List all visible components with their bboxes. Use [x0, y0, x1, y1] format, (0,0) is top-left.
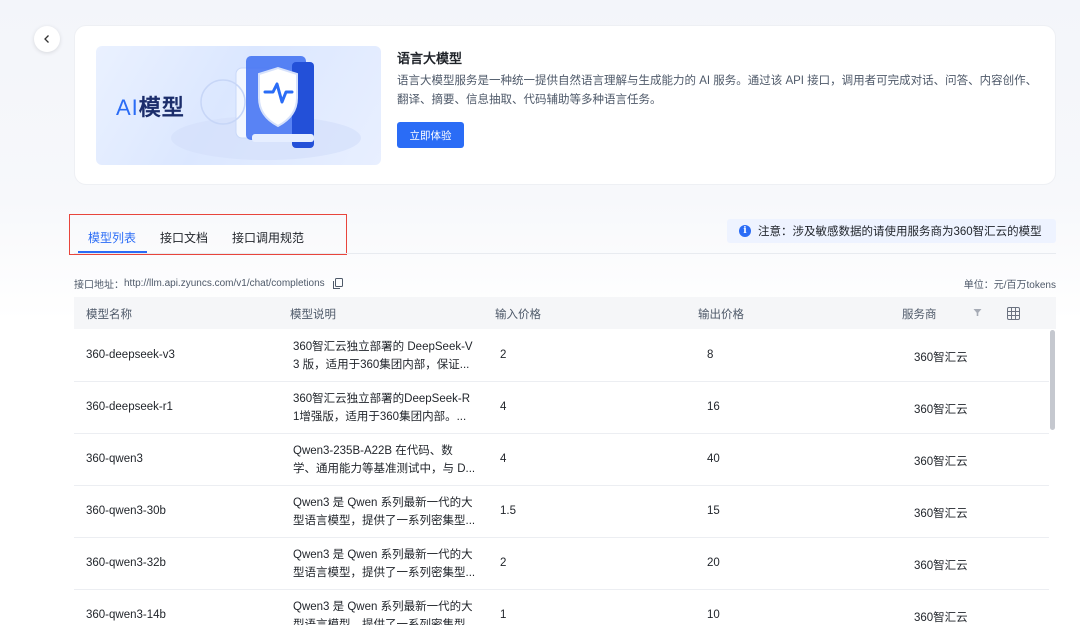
model-desc-line1: Qwen3 是 Qwen 系列最新一代的大: [293, 497, 473, 509]
output-price: 40: [707, 453, 720, 465]
model-desc-line2: 型语言模型，提供了一系列密集型...: [293, 567, 476, 579]
table-scrollbar[interactable]: [1050, 330, 1055, 430]
table-row[interactable]: 360-deepseek-r1 360智汇云独立部署的DeepSeek-R 1增强…: [74, 382, 1049, 434]
model-desc: Qwen3 是 Qwen 系列最新一代的大型语言模型，提供了一系列密集型...: [293, 598, 479, 625]
vendor: 360智汇云: [914, 612, 968, 624]
model-name: 360-qwen3-14b: [86, 609, 166, 621]
header-vendor: 服务商: [902, 309, 937, 321]
filter-icon[interactable]: [973, 308, 982, 317]
model-name: 360-qwen3-32b: [86, 557, 166, 569]
model-desc-line1: Qwen3 是 Qwen 系列最新一代的大: [293, 549, 473, 561]
vendor: 360智汇云: [914, 456, 968, 468]
model-desc: Qwen3 是 Qwen 系列最新一代的大 型语言模型，提供了一系列密集型...: [293, 546, 479, 582]
model-name: 360-qwen3-30b: [86, 505, 166, 517]
tab-api-docs[interactable]: 接口文档: [160, 229, 208, 246]
back-button[interactable]: [34, 26, 60, 52]
model-name: 360-deepseek-r1: [86, 401, 173, 413]
model-table: 模型名称 模型说明 输入价格 输出价格 服务商 360-deepseek-v3 …: [74, 297, 1056, 625]
output-price: 16: [707, 401, 720, 413]
vendor: 360智汇云: [914, 560, 968, 572]
model-desc-line2: 型语言模型，提供了一系列密集型...: [293, 619, 476, 625]
model-desc-line1: Qwen3-235B-A22B 在代码、数: [293, 445, 453, 457]
info-icon: i: [739, 225, 751, 237]
model-desc: Qwen3 是 Qwen 系列最新一代的大 型语言模型，提供了一系列密集型...: [293, 494, 479, 530]
vendor: 360智汇云: [914, 404, 968, 416]
model-desc-line2: 型语言模型，提供了一系列密集型...: [293, 515, 476, 527]
input-price: 4: [500, 401, 507, 413]
header-output-price: 输出价格: [698, 309, 744, 321]
try-now-button[interactable]: 立即体验: [397, 122, 464, 148]
hero-title: 语言大模型: [397, 51, 463, 66]
hero-image-caption: AI模型: [116, 90, 185, 122]
header-model-name: 模型名称: [86, 309, 132, 321]
api-endpoint-label: 接口地址：: [74, 280, 124, 291]
notice-text: 注意：涉及敏感数据的请使用服务商为360智汇云的模型: [758, 226, 1042, 238]
output-price: 15: [707, 505, 720, 517]
header-model-desc: 模型说明: [290, 309, 336, 321]
input-price: 2: [500, 349, 507, 361]
model-hero-card: AI模型 语言大模型 语言大模型服务是一种统一提供自然语言理解与生成能力的 AI…: [74, 25, 1056, 185]
tab-call-spec[interactable]: 接口调用规范: [232, 229, 304, 246]
model-desc-line1: 360智汇云独立部署的DeepSeek-R: [293, 393, 471, 405]
model-desc: 360智汇云独立部署的 DeepSeek-V 3 版，适用于360集团内部，保证.…: [293, 338, 479, 374]
output-price: 20: [707, 557, 720, 569]
model-desc-line1: Qwen3 是 Qwen 系列最新一代的大: [293, 601, 473, 613]
model-desc-line2: 1增强版，适用于360集团内部。...: [293, 411, 467, 423]
model-desc-line1: 360智汇云独立部署的 DeepSeek-V: [293, 341, 473, 353]
table-row[interactable]: 360-qwen3-14b Qwen3 是 Qwen 系列最新一代的大型语言模型…: [74, 590, 1049, 625]
api-endpoint: 接口地址： http://llm.api.zyuncs.com/v1/chat/…: [74, 276, 343, 291]
hero-illustration: AI模型: [96, 46, 381, 165]
column-settings-icon[interactable]: [1007, 307, 1020, 320]
sensitive-data-notice: i 注意：涉及敏感数据的请使用服务商为360智汇云的模型: [727, 219, 1056, 243]
chevron-left-icon: [44, 35, 49, 43]
tab-model-list[interactable]: 模型列表: [88, 229, 136, 246]
model-name: 360-deepseek-v3: [86, 349, 175, 361]
price-unit: 单位：元/百万tokens: [963, 280, 1056, 291]
api-endpoint-url: http://llm.api.zyuncs.com/v1/chat/comple…: [124, 278, 325, 289]
input-price: 2: [500, 557, 507, 569]
model-desc: Qwen3-235B-A22B 在代码、数学、通用能力等基准测试中，与 D...: [293, 442, 479, 478]
table-row[interactable]: 360-qwen3-30b Qwen3 是 Qwen 系列最新一代的大 型语言模型…: [74, 486, 1049, 538]
table-row[interactable]: 360-qwen3-32b Qwen3 是 Qwen 系列最新一代的大 型语言模型…: [74, 538, 1049, 590]
hero-image-model: 模型: [138, 95, 185, 120]
tabs-divider: [74, 253, 1056, 254]
output-price: 10: [707, 609, 720, 621]
hero-image-ai: AI: [116, 95, 139, 120]
input-price: 4: [500, 453, 507, 465]
input-price: 1.5: [500, 505, 516, 517]
output-price: 8: [707, 349, 714, 361]
model-name: 360-qwen3: [86, 453, 143, 465]
vendor: 360智汇云: [914, 352, 968, 364]
table-row[interactable]: 360-deepseek-v3 360智汇云独立部署的 DeepSeek-V 3 …: [74, 330, 1049, 382]
header-input-price: 输入价格: [495, 309, 541, 321]
table-header: 模型名称 模型说明 输入价格 输出价格 服务商: [74, 297, 1056, 329]
hero-description: 语言大模型服务是一种统一提供自然语言理解与生成能力的 AI 服务。通过该 API…: [397, 75, 1038, 106]
model-desc-line2: 学、通用能力等基准测试中，与 D...: [293, 463, 476, 475]
input-price: 1: [500, 609, 507, 621]
model-desc: 360智汇云独立部署的DeepSeek-R 1增强版，适用于360集团内部。...: [293, 390, 479, 426]
vendor: 360智汇云: [914, 508, 968, 520]
model-desc-line2: 3 版，适用于360集团内部，保证...: [293, 359, 470, 371]
copy-icon[interactable]: [332, 278, 343, 289]
table-row[interactable]: 360-qwen3 Qwen3-235B-A22B 在代码、数学、通用能力等基准…: [74, 434, 1049, 486]
